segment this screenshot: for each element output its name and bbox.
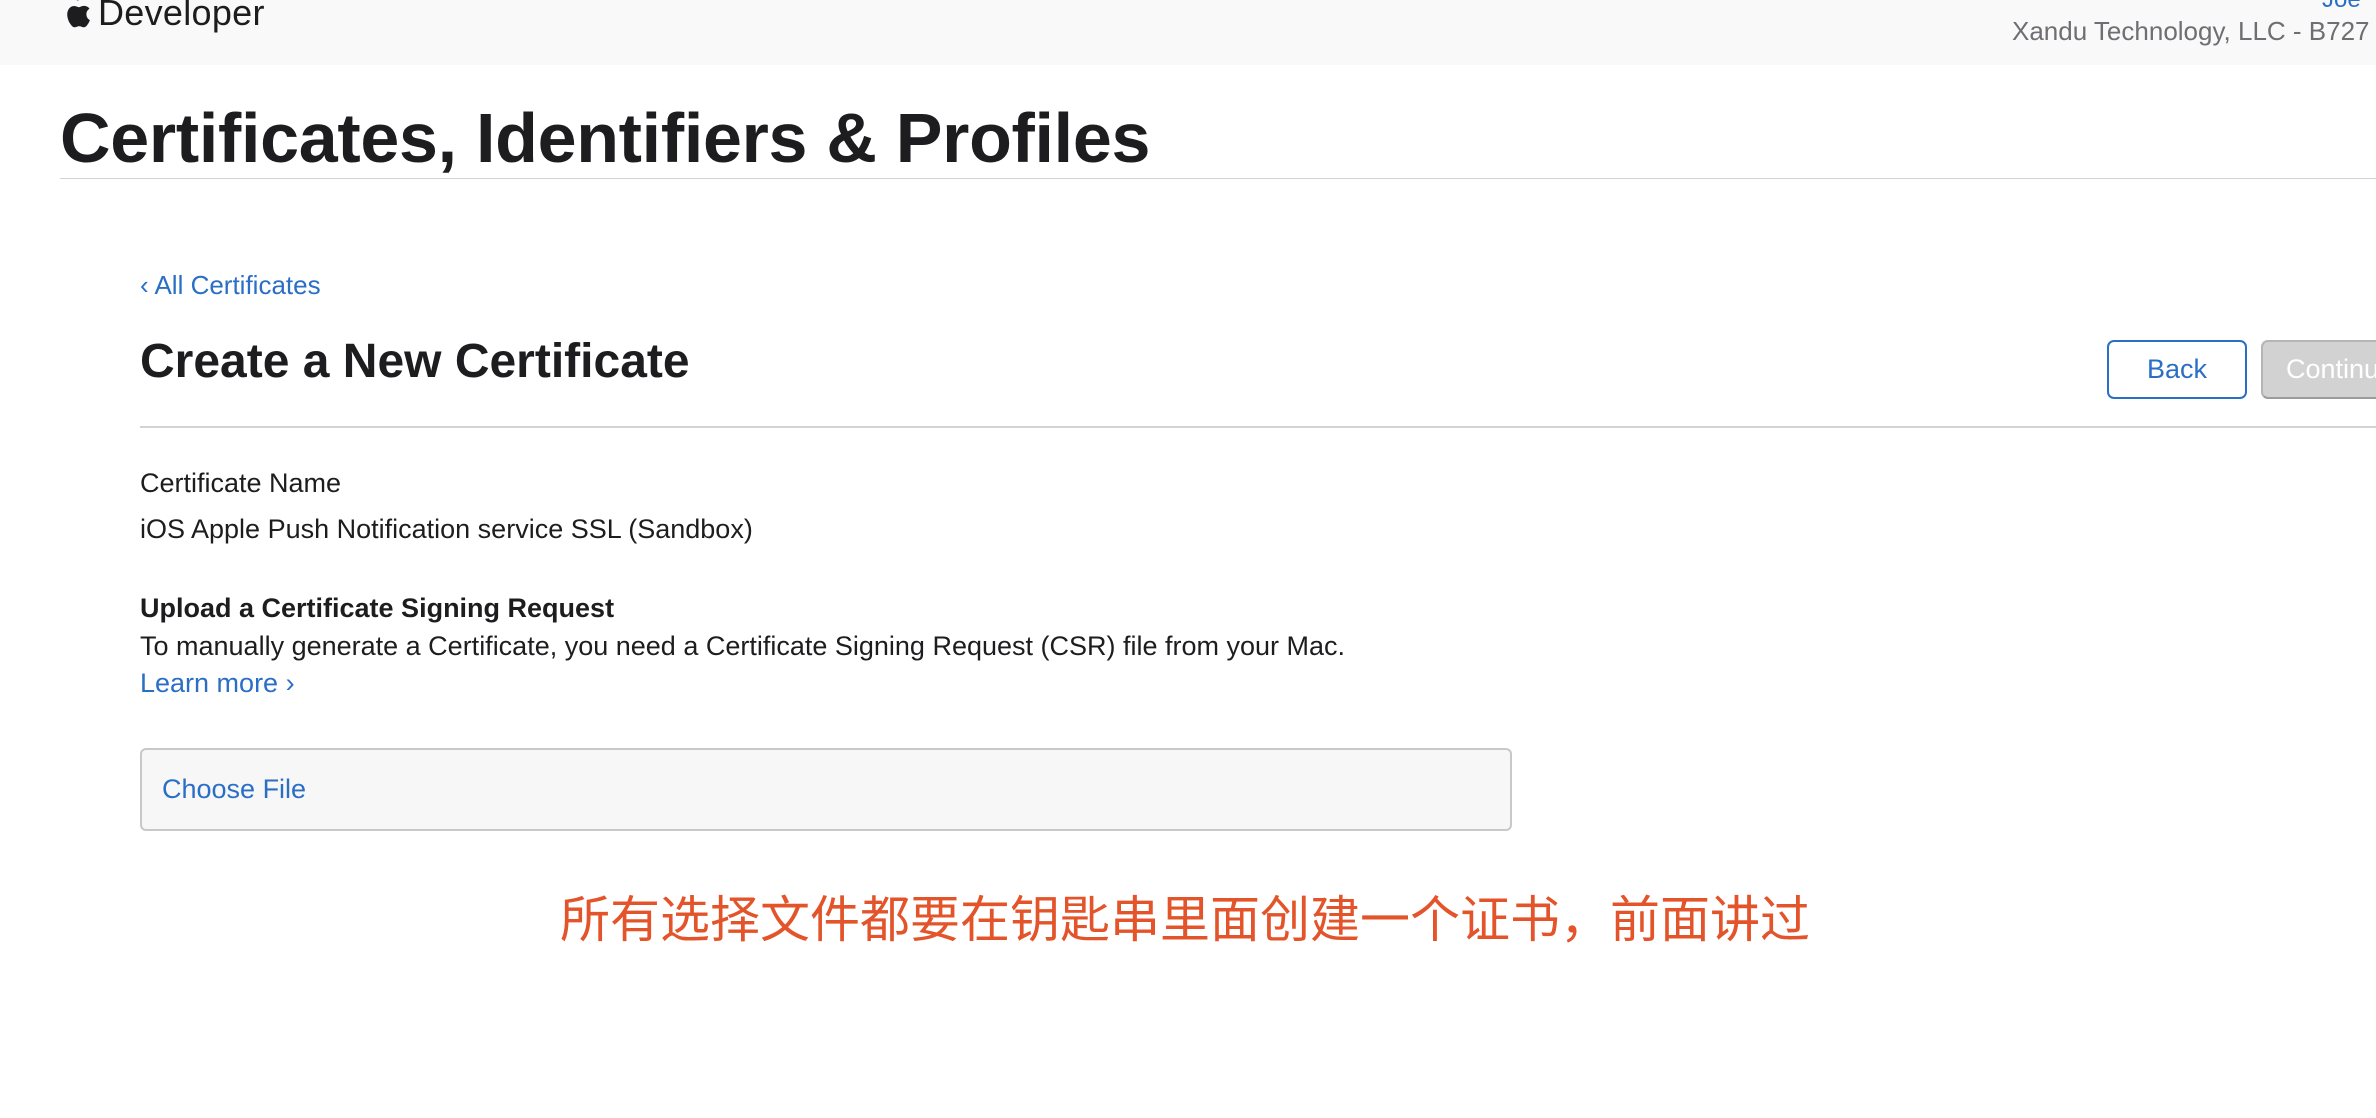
top-navigation-bar: Developer Joe Xandu Technology, LLC - B7… xyxy=(0,0,2376,65)
certificate-name-value: iOS Apple Push Notification service SSL … xyxy=(140,514,753,544)
brand-text: Developer xyxy=(98,0,265,33)
annotation-note: 所有选择文件都要在钥匙串里面创建一个证书，前面讲过 xyxy=(560,891,1810,949)
title-divider xyxy=(60,178,2376,179)
developer-brand-link[interactable]: Developer xyxy=(60,0,265,34)
back-button[interactable]: Back xyxy=(2107,340,2247,399)
all-certificates-link[interactable]: ‹ All Certificates xyxy=(140,270,321,301)
learn-more-link[interactable]: Learn more › xyxy=(140,668,295,699)
apple-logo-icon xyxy=(67,0,90,28)
continue-button[interactable]: Continue xyxy=(2261,340,2376,399)
page-title: Certificates, Identifiers & Profiles xyxy=(60,99,1151,177)
upload-csr-description: To manually generate a Certificate, you … xyxy=(140,631,1346,661)
choose-file-button[interactable]: Choose File xyxy=(162,774,306,805)
team-name: Xandu Technology, LLC - B727 xyxy=(2012,16,2370,46)
section-divider xyxy=(140,426,2376,428)
file-upload-field[interactable]: Choose File xyxy=(140,748,1512,831)
section-title: Create a New Certificate xyxy=(140,335,690,388)
account-menu-link[interactable]: Joe xyxy=(2322,0,2361,14)
certificate-name-label: Certificate Name xyxy=(140,468,342,498)
upload-csr-title: Upload a Certificate Signing Request xyxy=(140,593,615,623)
